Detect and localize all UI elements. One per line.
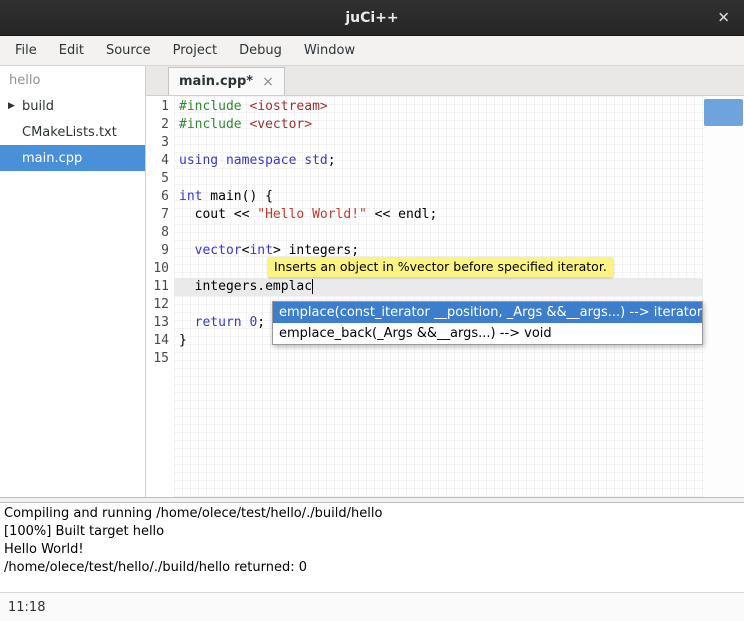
terminal-line: Hello World!: [4, 541, 740, 559]
code-editor[interactable]: 123456789101112131415 #include <iostream…: [146, 96, 744, 497]
code-token: integers.emplac: [179, 279, 312, 294]
code-line[interactable]: [174, 350, 703, 368]
menu-bar: FileEditSourceProjectDebugWindow: [0, 36, 744, 66]
code-token: vector: [195, 243, 242, 258]
title-bar[interactable]: juCi++ ✕: [0, 0, 744, 36]
line-number: 5: [146, 170, 174, 188]
code-token: cout <<: [179, 207, 257, 222]
line-number: 1: [146, 98, 174, 116]
menu-item-project[interactable]: Project: [162, 36, 228, 65]
terminal-line: /home/olece/test/hello/./build/hello ret…: [4, 559, 740, 577]
code-token: #include: [179, 99, 242, 114]
code-line[interactable]: cout << "Hello World!" << endl;: [174, 206, 703, 224]
tree-item-main-cpp[interactable]: main.cpp: [0, 145, 145, 171]
line-number: 15: [146, 350, 174, 368]
code-token: std: [304, 153, 327, 168]
autocomplete-item[interactable]: emplace_back(_Args &&__args...) --> void: [273, 323, 702, 344]
code-line[interactable]: [174, 170, 703, 188]
code-token: int: [179, 189, 202, 204]
code-token: << endl;: [367, 207, 437, 222]
line-number: 2: [146, 116, 174, 134]
editor-pane: main.cpp* × 123456789101112131415 #inclu…: [146, 66, 744, 497]
code-line[interactable]: #include <iostream>: [174, 98, 703, 116]
tab-close-icon[interactable]: ×: [262, 74, 274, 90]
line-number: 8: [146, 224, 174, 242]
project-folder-label: hello: [0, 66, 145, 93]
code-line[interactable]: #include <vector>: [174, 116, 703, 134]
autocomplete-item[interactable]: emplace(const_iterator __position, _Args…: [273, 302, 702, 323]
doc-tooltip: Inserts an object in %vector before spec…: [268, 257, 613, 277]
tree-item-build[interactable]: ▶build: [0, 93, 145, 119]
menu-item-file[interactable]: File: [4, 36, 48, 65]
code-line[interactable]: int main() {: [174, 188, 703, 206]
line-number: 11: [146, 278, 174, 296]
source-map[interactable]: [703, 96, 744, 497]
code-token: }: [179, 333, 187, 348]
text-cursor: [312, 279, 313, 294]
code-token: using: [179, 153, 218, 168]
terminal-line: [100%] Built target hello: [4, 523, 740, 541]
terminal-line: Compiling and running /home/olece/test/h…: [4, 505, 740, 523]
code-area[interactable]: #include <iostream>#include <vector>usin…: [174, 96, 703, 497]
code-token: [179, 315, 195, 330]
line-number: 7: [146, 206, 174, 224]
file-sidebar: hello ▶build CMakeLists.txt main.cpp: [0, 66, 146, 497]
menu-item-window[interactable]: Window: [293, 36, 366, 65]
tree-item-label: build: [22, 99, 54, 114]
app-window: juCi++ ✕ FileEditSourceProjectDebugWindo…: [0, 0, 744, 621]
autocomplete-popup: emplace(const_iterator __position, _Args…: [272, 301, 703, 345]
line-number: 6: [146, 188, 174, 206]
line-number: 12: [146, 296, 174, 314]
tree-item-label: main.cpp: [22, 151, 82, 166]
menu-item-source[interactable]: Source: [95, 36, 162, 65]
source-map-slider[interactable]: [704, 99, 743, 126]
code-token: [218, 153, 226, 168]
menu-item-edit[interactable]: Edit: [48, 36, 95, 65]
tab-main-cpp[interactable]: main.cpp* ×: [168, 67, 285, 95]
code-token: return: [195, 315, 242, 330]
tab-bar: main.cpp* ×: [146, 66, 744, 96]
code-token: ;: [257, 315, 265, 330]
code-line[interactable]: using namespace std;: [174, 152, 703, 170]
code-line[interactable]: [174, 134, 703, 152]
code-line[interactable]: [174, 224, 703, 242]
line-number: 4: [146, 152, 174, 170]
expander-icon[interactable]: ▶: [8, 101, 22, 111]
line-number: 14: [146, 332, 174, 350]
tree-item-cmakelists-txt[interactable]: CMakeLists.txt: [0, 119, 145, 145]
main-content: hello ▶build CMakeLists.txt main.cpp main.…: [0, 66, 744, 497]
terminal-output[interactable]: Compiling and running /home/olece/test/h…: [0, 503, 744, 592]
line-number: 3: [146, 134, 174, 152]
line-number: 13: [146, 314, 174, 332]
window-title: juCi++: [345, 10, 398, 26]
code-line[interactable]: integers.emplac: [174, 278, 703, 296]
cursor-position: 11:18: [8, 600, 45, 615]
line-number-gutter: 123456789101112131415: [146, 96, 174, 497]
code-token: "Hello World!": [257, 207, 367, 222]
tree-item-label: CMakeLists.txt: [22, 125, 117, 140]
code-token: ;: [328, 153, 336, 168]
tab-label: main.cpp*: [179, 74, 253, 89]
close-window-icon[interactable]: ✕: [717, 10, 730, 25]
line-number: 9: [146, 242, 174, 260]
code-token: int: [249, 243, 272, 258]
code-token: <iostream>: [249, 99, 327, 114]
code-token: namespace: [226, 153, 296, 168]
file-tree: ▶build CMakeLists.txt main.cpp: [0, 93, 145, 171]
line-number: 10: [146, 260, 174, 278]
menu-item-debug[interactable]: Debug: [228, 36, 293, 65]
code-token: main() {: [202, 189, 272, 204]
status-bar: 11:18: [0, 592, 744, 621]
code-token: <vector>: [249, 117, 312, 132]
code-token: [179, 243, 195, 258]
code-token: > integers;: [273, 243, 359, 258]
code-token: #include: [179, 117, 242, 132]
